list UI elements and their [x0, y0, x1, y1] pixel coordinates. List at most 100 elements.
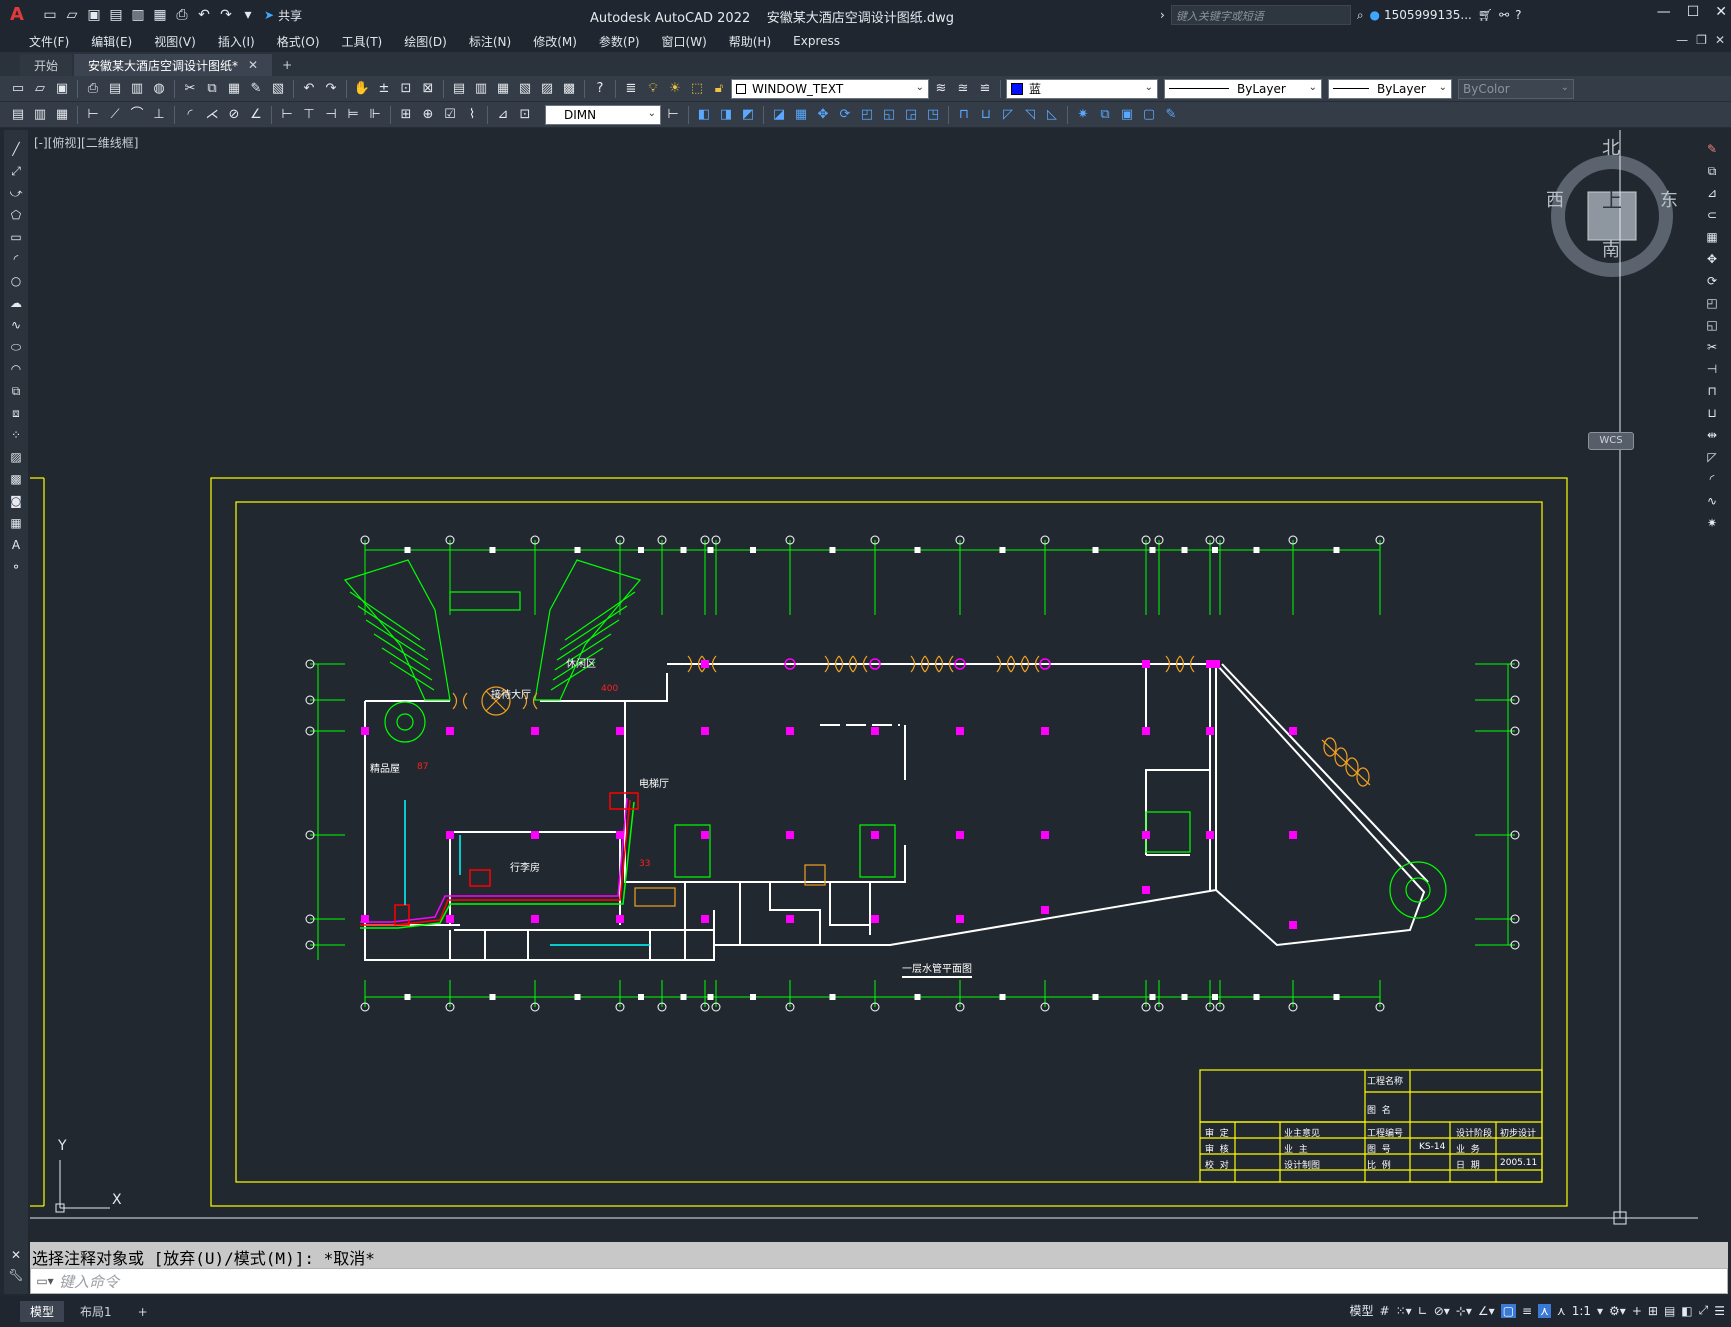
tab-start[interactable]: 开始 [20, 54, 73, 76]
search-input[interactable]: 键入关键字或短语 [1170, 5, 1351, 25]
menu-draw[interactable]: 绘图(D) [393, 33, 458, 50]
line-icon[interactable]: ╱ [7, 140, 25, 158]
ungroup-icon[interactable]: ▢ [1139, 105, 1159, 125]
inspect-icon[interactable]: ☑ [440, 105, 460, 125]
dim-tedit-icon[interactable]: ▥ [30, 105, 50, 125]
menu-view[interactable]: 视图(V) [143, 33, 207, 50]
continue-dim-icon[interactable]: ⊣ [321, 105, 341, 125]
revcloud-icon[interactable]: ☁ [7, 294, 25, 312]
fillet-icon[interactable]: ◹ [1020, 105, 1040, 125]
minimize-icon[interactable]: — [1657, 4, 1671, 20]
layer-viewport-icon[interactable]: ⬚ [687, 79, 707, 99]
arc-length-icon[interactable]: ⌒ [127, 105, 147, 125]
add-selected-icon[interactable]: ⚬ [7, 558, 25, 576]
break-icon[interactable]: ⊓ [954, 105, 974, 125]
units-icon[interactable]: ⊞ [1648, 1304, 1658, 1318]
redo-icon[interactable]: ↷ [218, 7, 234, 23]
ordinate-dim-icon[interactable]: ⊥ [149, 105, 169, 125]
array-icon[interactable]: ▦ [1703, 228, 1721, 246]
annotation-scale[interactable]: 1:1 [1572, 1304, 1591, 1318]
array-icon[interactable]: ▦ [791, 105, 811, 125]
polygon-icon[interactable]: ⬠ [7, 206, 25, 224]
menu-file[interactable]: 文件(F) [18, 33, 80, 50]
angular-dim-icon[interactable]: ∠ [246, 105, 266, 125]
isolate-objects-icon[interactable]: ◧ [1681, 1304, 1692, 1318]
pan-icon[interactable]: ✋ [352, 79, 372, 99]
linetype-dropdown[interactable]: ByLayer ⌄ [1164, 78, 1322, 99]
layer-properties-icon[interactable]: ≣ [621, 79, 641, 99]
selection-cycling-icon[interactable]: ▢ [1500, 1303, 1517, 1318]
search-icon[interactable]: ⌕ [1357, 8, 1364, 23]
viewcube-west[interactable]: 西 [1546, 186, 1564, 212]
make-block-icon[interactable]: ⧈ [7, 404, 25, 422]
arc-icon[interactable]: ◜ [7, 250, 25, 268]
doc-close-icon[interactable]: ✕ [1715, 33, 1725, 47]
print-icon[interactable]: ⎙ [83, 79, 103, 99]
hatch-icon[interactable]: ▨ [7, 448, 25, 466]
tool-palettes-icon[interactable]: ▦ [493, 79, 513, 99]
mirror-icon[interactable]: ⊿ [1703, 184, 1721, 202]
doc-restore-icon[interactable]: ❐ [1696, 33, 1707, 47]
snap-icon[interactable]: ⁙▾ [1396, 1304, 1412, 1318]
grid-icon[interactable]: # [1380, 1304, 1390, 1318]
gradient-icon[interactable]: ▩ [7, 470, 25, 488]
explode-icon[interactable]: ✷ [1073, 105, 1093, 125]
cut-icon[interactable]: ✂ [180, 79, 200, 99]
drawing-viewport[interactable]: [-][俯视][二维线框] 休闲区 接待大厅 400 精品屋 87 电梯厅 行李… [30, 130, 1698, 1234]
dim-style-icon[interactable]: ▦ [52, 105, 72, 125]
preview-icon[interactable]: ▤ [105, 79, 125, 99]
move-icon[interactable]: ✥ [1703, 250, 1721, 268]
quick-dim-icon[interactable]: ⊢ [277, 105, 297, 125]
new-file-icon[interactable]: ▭ [42, 7, 58, 23]
open-icon[interactable]: ▱ [30, 79, 50, 99]
color-dropdown[interactable]: 蓝 ⌄ [1006, 78, 1158, 99]
scale-icon[interactable]: ◰ [1703, 294, 1721, 312]
dimstyle-dropdown[interactable]: DIMN ⌄ [545, 104, 661, 125]
object-snap-icon[interactable]: ∠▾ [1478, 1304, 1495, 1318]
annotation-monitor-icon[interactable]: + [1632, 1304, 1642, 1318]
menu-edit[interactable]: 编辑(E) [80, 33, 143, 50]
layer-states-icon[interactable]: ≌ [975, 79, 995, 99]
menu-modify[interactable]: 修改(M) [522, 33, 588, 50]
chamfer-icon[interactable]: ◸ [1703, 448, 1721, 466]
diameter-dim-icon[interactable]: ⊘ [224, 105, 244, 125]
draworder-icon[interactable]: ⧉ [1095, 105, 1115, 125]
autocad-logo-icon[interactable]: A [6, 4, 28, 26]
erase-icon[interactable]: ◧ [694, 105, 714, 125]
dimedit-icon[interactable]: ⊿ [493, 105, 513, 125]
fullscreen-icon[interactable]: ⤢ [1699, 1303, 1709, 1318]
layer-lock-icon[interactable]: 🔓︎ [709, 79, 729, 99]
new-icon[interactable]: ▭ [8, 79, 28, 99]
copy-icon[interactable]: ⧉ [202, 79, 222, 99]
publish-icon[interactable]: ▥ [127, 79, 147, 99]
block-editor-icon[interactable]: ▧ [268, 79, 288, 99]
radius-dim-icon[interactable]: ◜ [180, 105, 200, 125]
zoom-realtime-icon[interactable]: ± [374, 79, 394, 99]
insert-block-icon[interactable]: ⧉ [7, 382, 25, 400]
scale-chevron-icon[interactable]: ▾ [1597, 1304, 1603, 1318]
lineweight-toggle-icon[interactable]: ≡ [1522, 1304, 1532, 1318]
move-icon[interactable]: ✥ [813, 105, 833, 125]
web-open-icon[interactable]: ▥ [130, 7, 146, 23]
copy-object-icon[interactable]: ◨ [716, 105, 736, 125]
dim-space-icon[interactable]: ⊨ [343, 105, 363, 125]
scale-icon[interactable]: ◰ [857, 105, 877, 125]
dim-break-icon[interactable]: ⊩ [365, 105, 385, 125]
trim-icon[interactable]: ✂ [1703, 338, 1721, 356]
tab-model[interactable]: 模型 [20, 1301, 65, 1322]
offset-icon[interactable]: ⊂ [1703, 206, 1721, 224]
layer-previous-icon[interactable]: ≊ [953, 79, 973, 99]
tab-close-icon[interactable]: ✕ [248, 58, 258, 72]
zoom-previous-icon[interactable]: ⊠ [418, 79, 438, 99]
polar-icon[interactable]: ⊘▾ [1434, 1304, 1450, 1318]
help-icon[interactable]: ? [590, 79, 610, 99]
command-input[interactable]: 键入命令 [59, 1271, 119, 1292]
auto-scale-icon[interactable]: ⋏ [1557, 1304, 1566, 1318]
region-icon[interactable]: ◙ [7, 492, 25, 510]
extend-icon[interactable]: ⊣ [1703, 360, 1721, 378]
stretch-icon[interactable]: ◱ [879, 105, 899, 125]
dim-update-icon[interactable]: ▤ [8, 105, 28, 125]
web-save-icon[interactable]: ▦ [152, 7, 168, 23]
menu-dimension[interactable]: 标注(N) [458, 33, 522, 50]
design-center-icon[interactable]: ▥ [471, 79, 491, 99]
